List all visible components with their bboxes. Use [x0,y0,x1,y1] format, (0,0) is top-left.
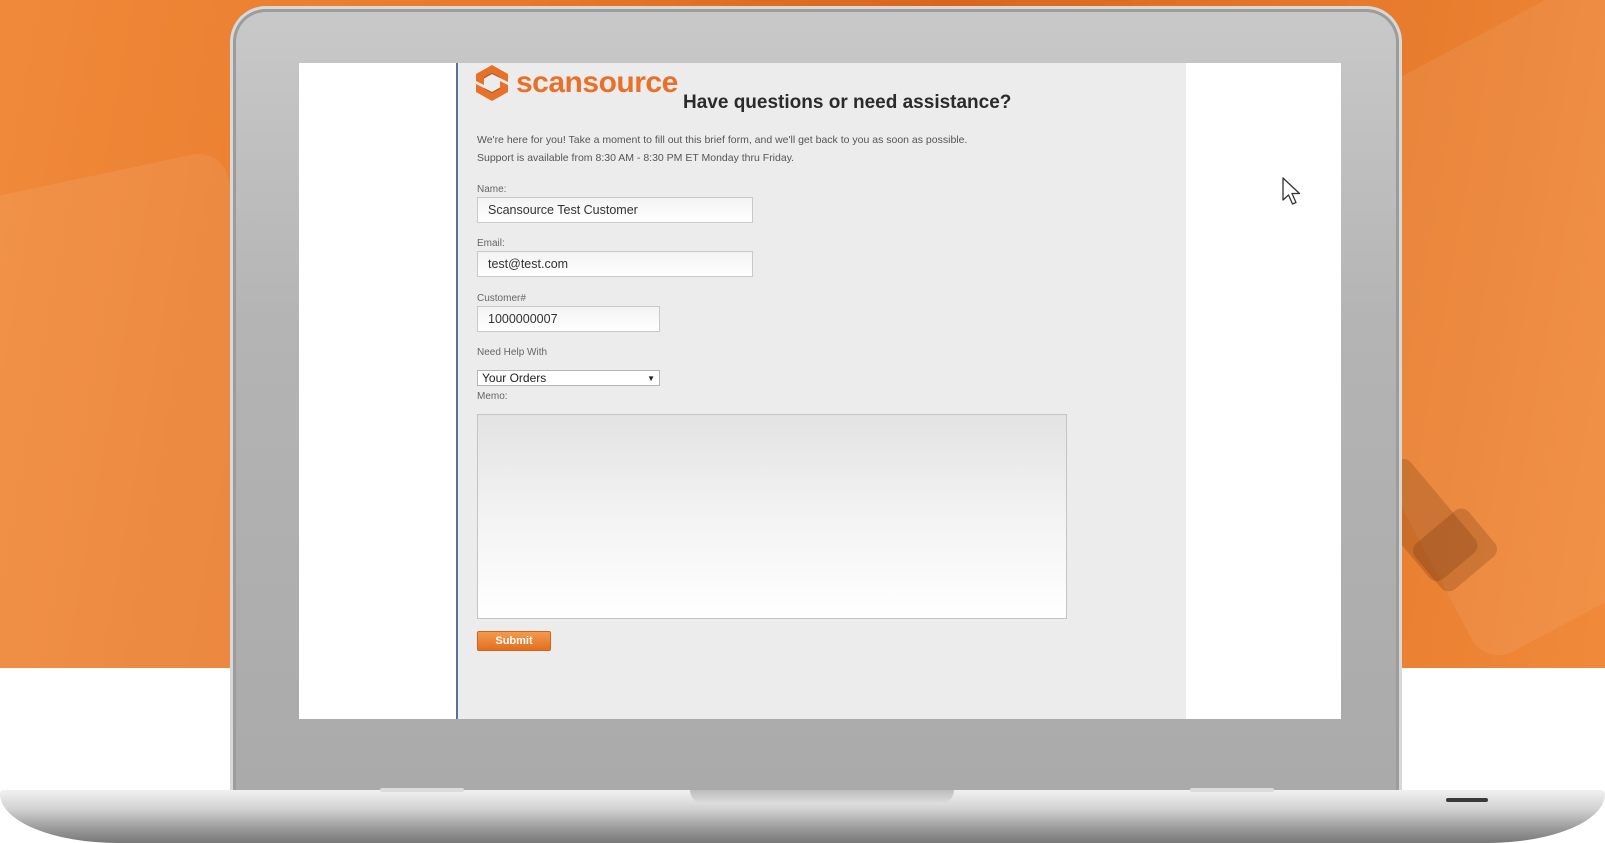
memo-textarea[interactable] [477,414,1067,619]
name-label: Name: [477,184,507,195]
intro-text: We're here for you! Take a moment to fil… [477,131,1157,167]
email-label: Email: [477,238,505,249]
brand-logo[interactable]: scansource [472,63,678,103]
laptop-hinge-right [1190,788,1274,792]
scansource-logo-icon [476,65,508,101]
customer-number-input[interactable] [477,306,660,332]
help-topic-selected: Your Orders [482,371,547,385]
laptop-slot [1446,798,1488,802]
submit-button[interactable]: Submit [477,631,551,651]
memo-label: Memo: [477,391,508,402]
help-topic-select[interactable]: Your Orders ▼ [477,370,660,386]
laptop-hinge-left [380,788,464,792]
laptop-screen: scansource Have questions or need assist… [299,63,1341,719]
intro-line-2: Support is available from 8:30 AM - 8:30… [477,152,795,164]
name-input[interactable] [477,197,753,223]
customer-number-label: Customer# [477,293,526,304]
page-title: Have questions or need assistance? [683,92,1012,113]
support-form-page: scansource Have questions or need assist… [456,63,1301,719]
help-topic-label: Need Help With [477,347,548,358]
dropdown-arrow-icon: ▼ [647,373,655,383]
email-input[interactable] [477,251,753,277]
intro-line-1: We're here for you! Take a moment to fil… [477,134,968,146]
laptop-base-notch [690,790,954,804]
logo-wordmark: scansource [516,66,678,99]
mouse-pointer-icon [1282,177,1301,205]
